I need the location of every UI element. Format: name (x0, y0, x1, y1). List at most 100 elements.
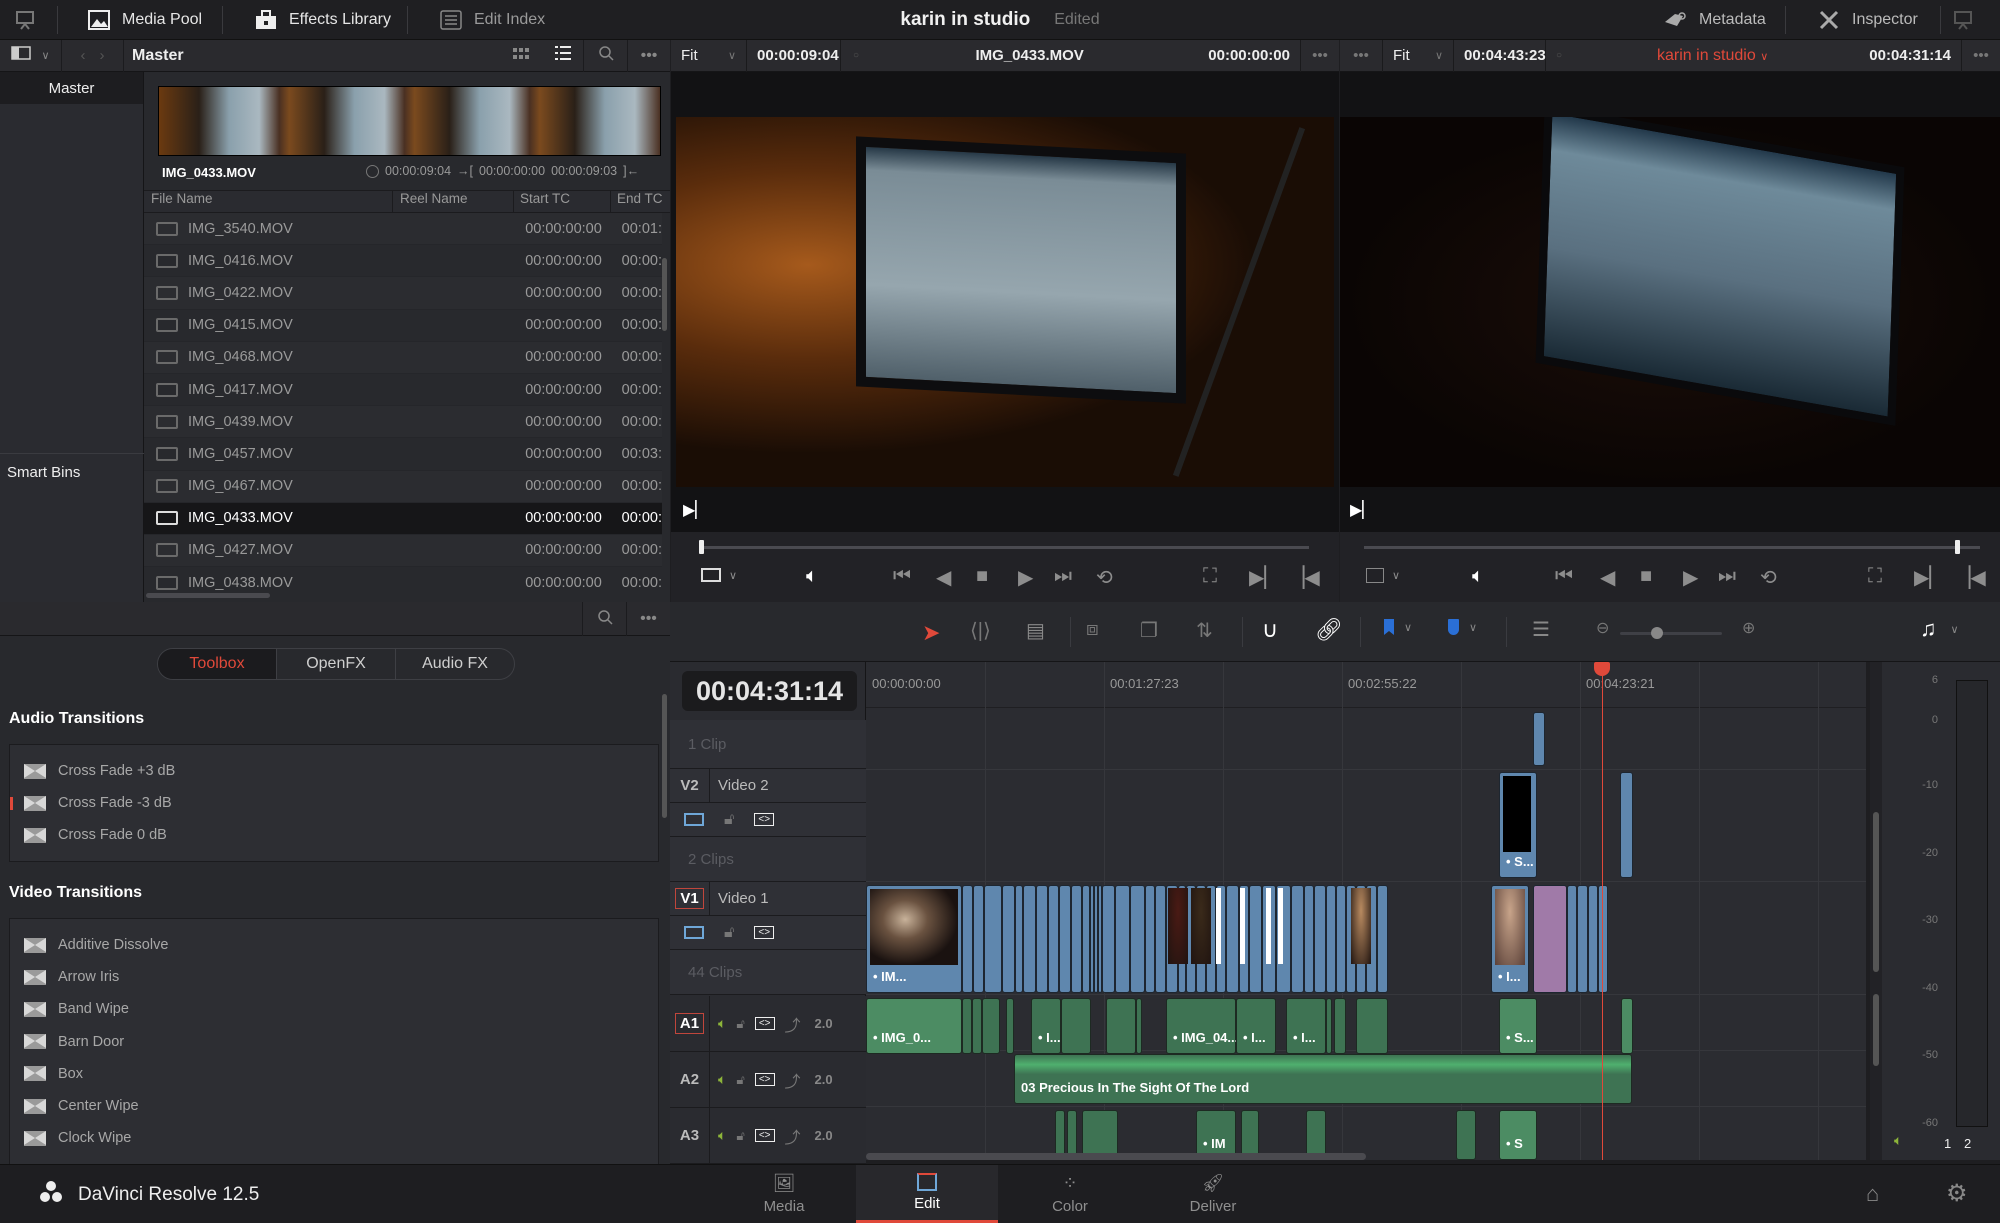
curve-icon[interactable]: ⤴ (785, 1068, 801, 1092)
metadata-button[interactable]: Metadata (1663, 0, 1766, 40)
video-clip[interactable] (1102, 885, 1115, 993)
track-v2-id[interactable]: V2 (670, 769, 710, 802)
tl-jump-end-button[interactable]: ⏭︎ (1718, 565, 1736, 588)
bin-item-master[interactable]: Master (0, 72, 143, 104)
clip-row[interactable]: IMG_0427.MOV 00:00:00:00 00:00: (144, 534, 662, 568)
audio-clip[interactable] (962, 998, 972, 1054)
play-button[interactable]: ▶ (1018, 565, 1033, 590)
snapping-toggle[interactable]: ∪ (1262, 617, 1278, 643)
audio-clip[interactable] (1326, 998, 1332, 1054)
source-playhead-handle[interactable] (699, 540, 704, 554)
timeline-zoom-dropdown[interactable]: Fit ∨ (1382, 39, 1454, 72)
video-clip[interactable] (1071, 885, 1082, 993)
video-clip[interactable] (973, 885, 984, 993)
blade-tool[interactable]: ▤ (1026, 618, 1045, 643)
audio-clip[interactable]: • IMG_04... (1166, 998, 1238, 1054)
zoom-in-button[interactable]: ⊕ (1742, 618, 1755, 638)
track-v2-name[interactable]: Video 2 (710, 777, 769, 794)
video-clip[interactable] (1304, 885, 1314, 993)
overwrite-clip-button[interactable]: ❐ (1140, 618, 1158, 643)
clip-row[interactable]: IMG_0439.MOV 00:00:00:00 00:00: (144, 406, 662, 439)
column-file-name[interactable]: File Name (144, 191, 393, 212)
clip-list-hscrollbar[interactable] (146, 593, 270, 598)
video-clip[interactable] (1598, 885, 1608, 993)
clip-row[interactable]: IMG_0468.MOV 00:00:00:00 00:00: (144, 341, 662, 374)
match-frame-button[interactable]: ⛶ (1203, 565, 1217, 588)
speaker-icon[interactable]: 🔈︎ (718, 1071, 726, 1088)
clip-row[interactable]: IMG_0415.MOV 00:00:00:00 00:00: (144, 309, 662, 342)
audio-clip[interactable]: • S... (1499, 998, 1537, 1054)
tab-audio-fx[interactable]: Audio FX (396, 649, 514, 679)
lock-icon[interactable]: 🔓︎ (736, 1072, 744, 1088)
video-clip[interactable] (1155, 885, 1166, 993)
source-view-options[interactable]: ∨ (701, 568, 737, 582)
viewer-options-button[interactable]: ••• (1340, 47, 1382, 64)
audio-clip[interactable] (1136, 998, 1142, 1054)
lock-icon[interactable]: 🔓︎ (736, 1016, 744, 1032)
forward-icon[interactable]: › (100, 47, 105, 64)
source-scrubber[interactable] (699, 540, 1309, 554)
video-clip[interactable] (1314, 885, 1326, 993)
video-clip[interactable] (1082, 885, 1090, 993)
timeline-more-button[interactable]: ••• (1962, 47, 2000, 64)
clip-row[interactable]: IMG_0457.MOV 00:00:00:00 00:03: (144, 438, 662, 471)
video-clip[interactable] (1326, 885, 1336, 993)
video-clip[interactable] (1588, 885, 1598, 993)
effects-more-button[interactable]: ••• (626, 602, 670, 636)
jump-start-button[interactable]: ⏮︎ (893, 565, 911, 588)
insert-clip-button[interactable]: ⧈ (1086, 618, 1099, 641)
zoom-out-button[interactable]: ⊖ (1596, 618, 1609, 638)
audio-clip[interactable]: • IMG_0... (866, 998, 962, 1054)
audio-clip[interactable]: • S (1499, 1110, 1537, 1160)
source-volume-button[interactable]: 🔈︎ (806, 565, 818, 588)
video-clip[interactable]: • S... (1499, 772, 1537, 878)
tl-next-edit-button[interactable]: ▶▏ (1914, 565, 1945, 590)
go-to-end-icon[interactable]: ▶▏ (1350, 500, 1375, 520)
video-clip[interactable] (984, 885, 1002, 993)
audio-clip[interactable]: • I... (1031, 998, 1061, 1054)
lock-icon[interactable]: 🔓︎ (736, 1128, 744, 1144)
video-clip[interactable] (1577, 885, 1588, 993)
replace-clip-button[interactable]: ⇅ (1196, 618, 1213, 643)
video-clip[interactable] (1036, 885, 1048, 993)
column-reel-name[interactable]: Reel Name (393, 191, 514, 212)
video-clip[interactable] (962, 885, 973, 993)
video-clip[interactable] (1226, 885, 1239, 993)
audio-clip[interactable] (1456, 1110, 1476, 1160)
lock-icon[interactable]: 🔓︎ (724, 924, 734, 942)
page-media[interactable]: 🖼︎ Media (713, 1165, 855, 1223)
audio-clip[interactable] (972, 998, 982, 1054)
playhead-line[interactable] (1602, 662, 1603, 1160)
video-clip[interactable] (1533, 712, 1545, 766)
loop-button[interactable]: ⟲ (1096, 565, 1113, 590)
search-button[interactable] (584, 39, 628, 72)
video-clip[interactable]: • IM... (866, 885, 962, 993)
timeline-view-options[interactable]: ∨ (1366, 568, 1400, 583)
source-more-button[interactable]: ••• (1301, 47, 1339, 64)
video-clip[interactable] (1336, 885, 1346, 993)
track-video-toggle-icon[interactable] (684, 926, 704, 939)
speaker-icon[interactable]: 🔈︎ (718, 1015, 726, 1032)
effects-search-button[interactable] (582, 602, 626, 636)
workspace-toggle-right[interactable] (1952, 0, 1974, 40)
source-zoom-dropdown[interactable]: Fit ∨ (671, 39, 747, 72)
page-edit[interactable]: Edit (856, 1165, 998, 1223)
video-clip[interactable] (1059, 885, 1071, 993)
timeline-zoom-slider[interactable] (1620, 627, 1722, 639)
tl-prev-edit-button[interactable]: ▕◀ (1955, 565, 1986, 590)
video-clip[interactable] (1015, 885, 1023, 993)
video-clip[interactable] (1291, 885, 1304, 993)
jump-end-button[interactable]: ⏭︎ (1054, 565, 1072, 588)
timeline-scrubber[interactable] (1364, 540, 1980, 554)
page-deliver[interactable]: 🚀︎ Deliver (1142, 1165, 1284, 1223)
effects-library-button[interactable]: Effects Library (255, 0, 391, 40)
back-icon[interactable]: ‹ (81, 47, 86, 64)
marker-dropdown[interactable]: ∨ (1448, 619, 1477, 635)
source-viewer[interactable]: ▶▏ (671, 72, 1339, 532)
track-video-toggle-icon[interactable] (684, 813, 704, 826)
settings-button[interactable]: ⚙ (1946, 1179, 1968, 1208)
clip-row[interactable]: IMG_0467.MOV 00:00:00:00 00:00: (144, 470, 662, 503)
timeline-viewer[interactable]: ▶▏ (1340, 72, 2000, 532)
auto-select-icon[interactable]: <> (754, 1073, 775, 1086)
timeline-ruler[interactable]: 00:00:00:00 00:01:27:23 00:02:55:22 00:04:2… (866, 662, 1866, 708)
